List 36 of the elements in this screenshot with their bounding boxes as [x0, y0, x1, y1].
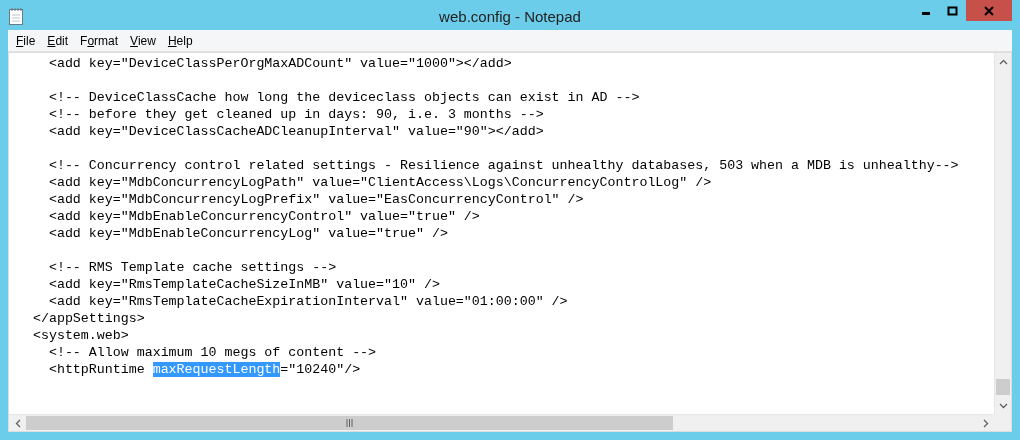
minimize-icon	[921, 12, 930, 15]
code-line: <add key="MdbEnableConcurrencyControl" value="true" />	[47, 208, 481, 225]
code-line: <!-- Allow maximum 10 megs of content -->	[47, 344, 378, 361]
code-line: <add key="DeviceClassCacheADCleanupInterval" value="90"></add>	[47, 123, 545, 140]
horizontal-scrollbar[interactable]	[9, 414, 994, 431]
vertical-scrollbar[interactable]	[994, 53, 1011, 414]
menu-item[interactable]: Edit	[41, 31, 75, 50]
code-line: <add key="MdbConcurrencyLogPath" value="ClientAccess\Logs\ConcurrencyControlLog" />	[47, 174, 713, 191]
code-line: </appSettings>	[31, 310, 146, 327]
code-line: <add key="RmsTemplateCacheSizeInMB" value="10" />	[47, 276, 441, 293]
code-line: <!-- RMS Template cache settings -->	[47, 259, 338, 276]
close-icon	[984, 5, 994, 16]
maximize-icon	[947, 5, 958, 16]
menu-item[interactable]: View	[124, 31, 162, 50]
code-line: <add key="MdbEnableConcurrencyLog" value="true" />	[47, 225, 449, 242]
scroll-right-icon[interactable]	[982, 419, 989, 428]
scroll-up-icon[interactable]	[999, 58, 1008, 65]
window-title: web.config - Notepad	[439, 7, 581, 27]
code-line: <httpRuntime maxRequestLength="10240"/>	[47, 361, 362, 378]
scroll-left-icon[interactable]	[14, 419, 21, 428]
code-line: <add key="MdbConcurrencyLogPrefix" value="EasConcurrencyControl" />	[47, 191, 585, 208]
scroll-thumb[interactable]	[996, 379, 1010, 395]
code-line: <system.web>	[31, 327, 130, 344]
menu-item[interactable]: Format	[74, 31, 125, 50]
scroll-down-icon[interactable]	[999, 402, 1008, 409]
menu-item[interactable]: File	[10, 31, 42, 50]
menu-item[interactable]: Help	[161, 31, 199, 50]
notepad-icon	[8, 7, 24, 25]
code-line: <add key="RmsTemplateCacheExpirationInterval" value="01:00:00" />	[47, 293, 569, 310]
code-line: <!-- DeviceClassCache how long the deviceclass objects can exist in AD -->	[47, 89, 641, 106]
code-line: <!-- Concurrency control related settings - Resilience against unhealthy databases, 503 when a MDB is unhealthy-->	[47, 157, 960, 174]
close-button[interactable]	[966, 0, 1012, 21]
code-line: <!-- before they get cleaned up in days: 90, i.e. 3 months -->	[47, 106, 545, 123]
code-line: <add key="DeviceClassPerOrgMaxADCount" value="1000"></add>	[47, 55, 513, 72]
scroll-thumb[interactable]	[26, 416, 673, 430]
grip-icon	[345, 419, 353, 427]
